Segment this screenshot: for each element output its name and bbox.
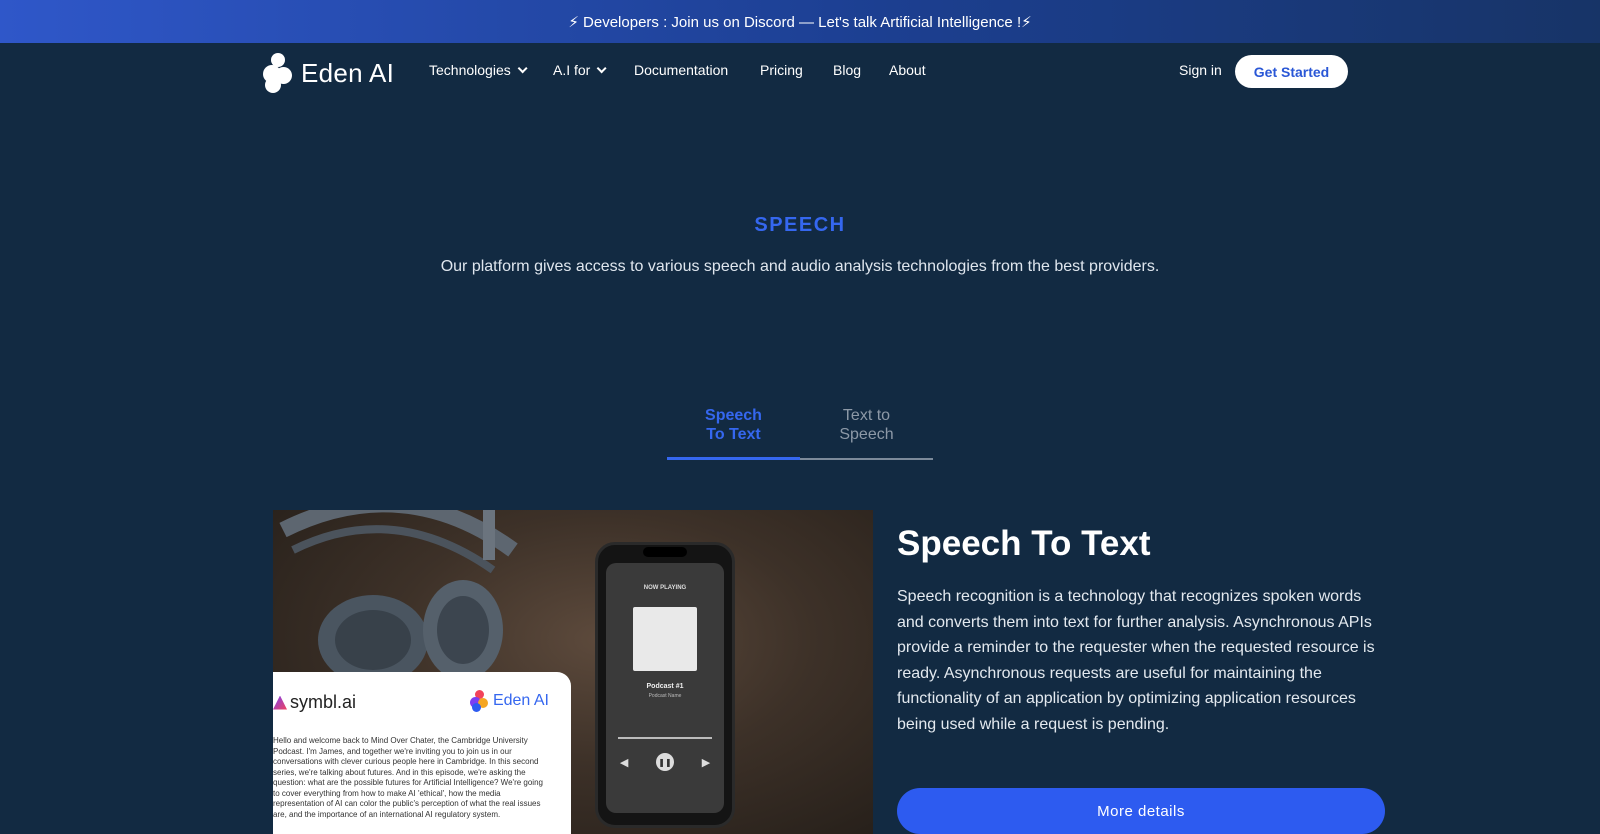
nav-item-label: About	[889, 62, 926, 78]
eden-ai-color-logo-icon	[469, 690, 488, 712]
speech-illustration: NOW PLAYING Podcast #1 Podcast Name ◀ ❚❚…	[273, 510, 873, 834]
active-tab-indicator	[667, 457, 800, 460]
transcript-card: symbl.ai Eden AI Hello and welcome back …	[273, 672, 571, 834]
nav-item-pricing[interactable]: Pricing	[760, 62, 803, 78]
more-details-button[interactable]: More details	[897, 788, 1385, 834]
next-icon: ▶	[701, 756, 711, 769]
tab-text-to-speech[interactable]: Text to Speech	[800, 406, 933, 444]
podcast-title: Podcast #1	[646, 683, 684, 690]
phone-screen: NOW PLAYING Podcast #1 Podcast Name ◀ ❚❚…	[606, 563, 724, 813]
nav-item-about[interactable]: About	[889, 62, 926, 78]
section-description: Our platform gives access to various spe…	[440, 258, 1160, 275]
nav-item-label: A.I for	[553, 62, 591, 78]
eden-ai-card-logo-text: Eden AI	[492, 692, 549, 709]
tab-speech-to-text[interactable]: Speech To Text	[667, 406, 800, 444]
nav-item-label: Pricing	[760, 62, 803, 78]
nav-item-technologies[interactable]: Technologies	[429, 62, 528, 78]
nav-item-ai-for[interactable]: A.I for	[553, 62, 607, 78]
nav-item-documentation[interactable]: Documentation	[634, 62, 728, 78]
chevron-down-icon	[517, 62, 528, 73]
symbl-ai-logo: symbl.ai	[273, 692, 356, 713]
get-started-button[interactable]: Get Started	[1235, 55, 1348, 88]
content-title: Speech To Text	[897, 524, 1151, 563]
playback-progress	[618, 737, 712, 739]
logo-text: Eden AI	[301, 57, 395, 88]
chevron-down-icon	[597, 62, 607, 73]
section-label: SPEECH	[754, 214, 846, 236]
content-description: Speech recognition is a technology that …	[897, 588, 1375, 733]
now-playing-label: NOW PLAYING	[643, 585, 687, 591]
top-navigation: Eden AI Technologies A.I for Documentati…	[0, 43, 1600, 100]
phone-image: NOW PLAYING Podcast #1 Podcast Name ◀ ❚❚…	[595, 542, 735, 828]
discord-banner-link[interactable]: ⚡ Developers : Join us on Discord — Let'…	[568, 13, 1031, 31]
previous-icon: ◀	[619, 756, 629, 769]
announcement-banner[interactable]: ⚡ Developers : Join us on Discord — Let'…	[0, 0, 1600, 43]
eden-ai-logo[interactable]: Eden AI	[261, 53, 394, 93]
technology-tabs: Speech To Text Text to Speech	[667, 406, 933, 460]
nav-item-blog[interactable]: Blog	[833, 62, 861, 78]
pause-icon: ❚❚	[656, 753, 674, 771]
podcast-subtitle: Podcast Name	[648, 693, 682, 699]
nav-item-label: Technologies	[429, 62, 511, 78]
phone-notch	[643, 547, 687, 557]
nav-item-label: Documentation	[634, 62, 729, 78]
symbl-logo-text: symbl.ai	[290, 692, 357, 712]
nav-item-label: Blog	[833, 62, 862, 78]
symbl-logo-icon	[273, 695, 287, 710]
sign-in-link[interactable]: Sign in	[1179, 62, 1222, 78]
album-art	[633, 607, 697, 671]
eden-ai-logo-icon	[261, 53, 293, 93]
transcript-text: Hello and welcome back to Mind Over Chat…	[273, 736, 543, 819]
eden-ai-card-logo: Eden AI	[469, 690, 549, 712]
playback-controls: ◀ ❚❚ ▶	[606, 753, 724, 771]
